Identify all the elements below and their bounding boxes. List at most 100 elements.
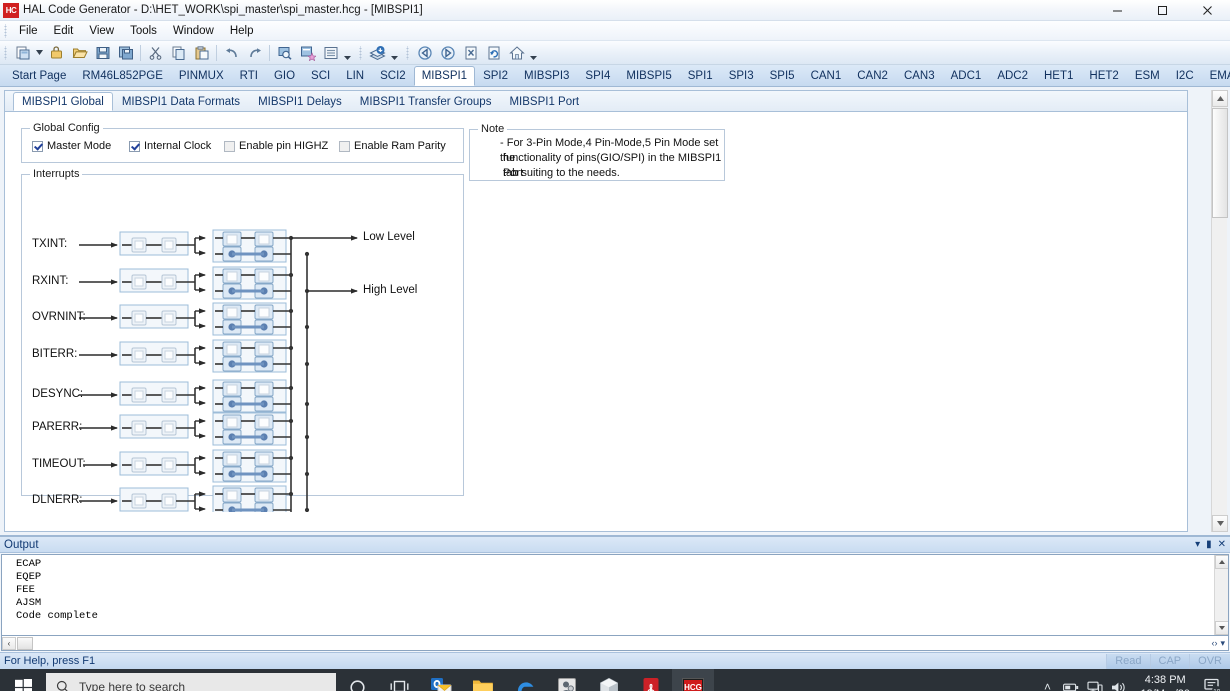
tab-mibspi1-transfer-groups[interactable]: MIBSPI1 Transfer Groups	[351, 92, 501, 111]
copy-button[interactable]	[168, 43, 189, 63]
task-view-button[interactable]	[378, 669, 420, 691]
toolbar-overflow-button-2[interactable]	[389, 43, 400, 63]
output-hscroll-thumb[interactable]	[17, 636, 33, 650]
doctab-pinmux[interactable]: PINMUX	[171, 66, 232, 86]
toolbar-drag-grip-1[interactable]	[2, 45, 9, 60]
output-pin-button[interactable]: ▮	[1206, 539, 1212, 550]
doctab-sci2[interactable]: SCI2	[372, 66, 414, 86]
scroll-thumb[interactable]	[1212, 108, 1228, 218]
save-button[interactable]	[92, 43, 113, 63]
doctab-can3[interactable]: CAN3	[896, 66, 943, 86]
save-all-button[interactable]	[115, 43, 136, 63]
output-text-area[interactable]: ECAP EQEP FEE AJSM Code complete	[1, 554, 1229, 636]
menu-item-file[interactable]: File	[11, 23, 46, 39]
home-button[interactable]	[506, 43, 527, 63]
open-locked-button[interactable]	[46, 43, 67, 63]
doctab-mibspi3[interactable]: MIBSPI3	[516, 66, 577, 86]
doctab-can2[interactable]: CAN2	[849, 66, 896, 86]
edge-button[interactable]	[504, 669, 546, 691]
menu-item-tools[interactable]: Tools	[122, 23, 165, 39]
output-resize-handle-icon[interactable]: ‹›	[1211, 638, 1217, 649]
tab-mibspi1-data-formats[interactable]: MIBSPI1 Data Formats	[113, 92, 249, 111]
doctab-lin[interactable]: LIN	[338, 66, 372, 86]
open-file-button[interactable]	[69, 43, 90, 63]
volume-icon[interactable]	[1108, 669, 1130, 691]
menu-item-window[interactable]: Window	[165, 23, 222, 39]
maximize-button[interactable]	[1140, 0, 1185, 21]
new-file-button[interactable]	[12, 43, 33, 63]
doctab-i2c[interactable]: I2C	[1168, 66, 1202, 86]
close-button[interactable]	[1185, 0, 1230, 21]
output-more-icon[interactable]: ▾	[1220, 638, 1225, 649]
doctab-spi4[interactable]: SPI4	[577, 66, 618, 86]
doctab-esm[interactable]: ESM	[1127, 66, 1168, 86]
network-icon[interactable]	[1084, 669, 1106, 691]
doctab-spi1[interactable]: SPI1	[680, 66, 721, 86]
tab-mibspi1-global[interactable]: MIBSPI1 Global	[13, 92, 113, 111]
tab-mibspi1-port[interactable]: MIBSPI1 Port	[500, 92, 588, 111]
doctab-can1[interactable]: CAN1	[803, 66, 850, 86]
outlook-button[interactable]	[420, 669, 462, 691]
paste-button[interactable]	[191, 43, 212, 63]
tool-button[interactable]	[546, 669, 588, 691]
output-close-button[interactable]: ✕	[1218, 539, 1226, 550]
menu-item-view[interactable]: View	[81, 23, 122, 39]
taskbar-clock[interactable]: 4:38 PM 19/Mar/20	[1132, 673, 1198, 691]
doctab-adc2[interactable]: ADC2	[989, 66, 1036, 86]
find-button[interactable]	[274, 43, 295, 63]
output-menu-button[interactable]: ▾	[1195, 539, 1200, 550]
minimize-button[interactable]	[1095, 0, 1140, 21]
doctab-rm46l852pge[interactable]: RM46L852PGE	[74, 66, 171, 86]
toolbar-overflow-button-1[interactable]	[342, 43, 353, 63]
validate-button[interactable]	[297, 43, 318, 63]
menu-item-help[interactable]: Help	[222, 23, 262, 39]
undo-button[interactable]	[221, 43, 242, 63]
redo-button[interactable]	[244, 43, 265, 63]
3d-viewer-button[interactable]	[588, 669, 630, 691]
output-scroll-down-button[interactable]	[1215, 621, 1228, 635]
acrobat-button[interactable]	[630, 669, 672, 691]
output-vertical-scrollbar[interactable]	[1214, 555, 1228, 635]
tray-expand-button[interactable]: ˄	[1036, 669, 1058, 691]
doctab-sci[interactable]: SCI	[303, 66, 338, 86]
generate-code-button[interactable]	[367, 43, 388, 63]
doctab-emac[interactable]: EMAC	[1202, 66, 1230, 86]
forward-button[interactable]	[437, 43, 458, 63]
battery-icon[interactable]	[1060, 669, 1082, 691]
doctab-start-page[interactable]: Start Page	[4, 66, 74, 86]
doctab-mibspi5[interactable]: MIBSPI5	[618, 66, 679, 86]
output-horizontal-scrollbar[interactable]: ‹ ‹› ▾	[1, 636, 1229, 651]
back-button[interactable]	[414, 43, 435, 63]
refresh-button[interactable]	[483, 43, 504, 63]
properties-button[interactable]	[320, 43, 341, 63]
document-vertical-scrollbar[interactable]	[1211, 90, 1228, 532]
scroll-up-button[interactable]	[1212, 90, 1228, 107]
output-scroll-left-button[interactable]: ‹	[2, 636, 16, 650]
doctab-het2[interactable]: HET2	[1081, 66, 1126, 86]
new-file-dropdown[interactable]	[34, 43, 45, 63]
output-scroll-up-button[interactable]	[1215, 555, 1228, 569]
tab-mibspi1-delays[interactable]: MIBSPI1 Delays	[249, 92, 351, 111]
toolbar-overflow-button-3[interactable]	[528, 43, 539, 63]
doctab-adc1[interactable]: ADC1	[943, 66, 990, 86]
notification-center-button[interactable]: 10	[1200, 669, 1226, 691]
doctab-gio[interactable]: GIO	[266, 66, 303, 86]
file-explorer-button[interactable]	[462, 669, 504, 691]
menu-item-edit[interactable]: Edit	[46, 23, 82, 39]
doctab-spi3[interactable]: SPI3	[721, 66, 762, 86]
menu-drag-grip[interactable]	[2, 23, 9, 38]
stop-button[interactable]	[460, 43, 481, 63]
doctab-het1[interactable]: HET1	[1036, 66, 1081, 86]
scroll-down-button[interactable]	[1212, 515, 1228, 532]
doctab-mibspi1[interactable]: MIBSPI1	[413, 66, 476, 86]
search-input[interactable]: Type here to search	[46, 673, 336, 691]
cortana-button[interactable]	[336, 669, 378, 691]
doctab-rti[interactable]: RTI	[232, 66, 266, 86]
toolbar-drag-grip-3[interactable]	[404, 45, 411, 60]
toolbar-drag-grip-2[interactable]	[357, 45, 364, 60]
hcg-button[interactable]: HCG	[672, 669, 714, 691]
doctab-spi5[interactable]: SPI5	[762, 66, 803, 86]
doctab-spi2[interactable]: SPI2	[475, 66, 516, 86]
cut-button[interactable]	[145, 43, 166, 63]
start-button[interactable]	[0, 669, 46, 691]
